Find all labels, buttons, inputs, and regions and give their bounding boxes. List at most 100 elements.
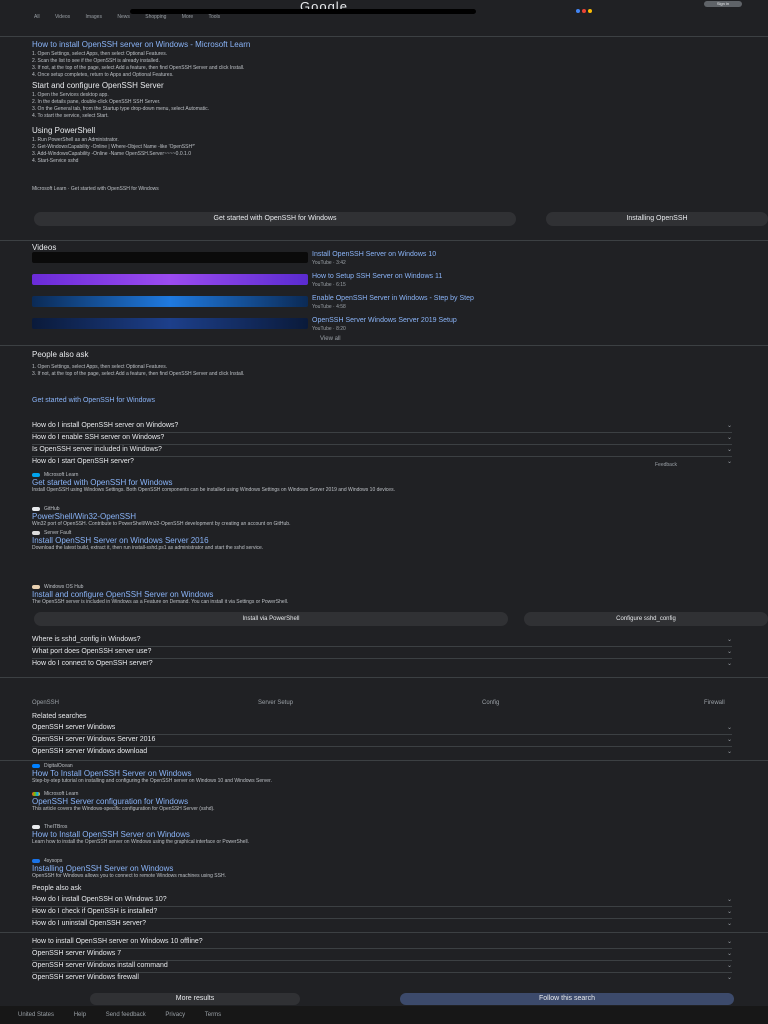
paa-question-list: Where is sshd_config in Windows? ⌄ What p… bbox=[32, 634, 732, 674]
follow-search-button[interactable]: Follow this search bbox=[400, 993, 734, 1005]
paa-question[interactable]: OpenSSH server Windows firewall ⌄ bbox=[32, 972, 732, 984]
paa-question[interactable]: How do I start OpenSSH server? ⌄ bbox=[32, 456, 732, 468]
paa-question-text: How do I uninstall OpenSSH server? bbox=[32, 920, 146, 927]
result-title[interactable]: Installing OpenSSH Server on Windows bbox=[32, 864, 732, 873]
result-title[interactable]: PowerShell/Win32-OpenSSH bbox=[32, 512, 732, 521]
more-results-button[interactable]: More results bbox=[90, 993, 300, 1005]
sign-in-button[interactable]: Sign in bbox=[704, 1, 742, 7]
chevron-down-icon: ⌄ bbox=[726, 435, 732, 441]
video-title-4[interactable]: OpenSSH Server Windows Server 2019 Setup bbox=[312, 317, 692, 325]
sitelink-chip-1[interactable]: Install via PowerShell bbox=[34, 612, 508, 626]
result-title[interactable]: Install and configure OpenSSH Server on … bbox=[32, 590, 732, 599]
featured-title[interactable]: How to install OpenSSH server on Windows… bbox=[32, 40, 732, 49]
serverfault-icon bbox=[32, 530, 40, 535]
result-title[interactable]: Get started with OpenSSH for Windows bbox=[32, 478, 732, 487]
chevron-down-icon: ⌄ bbox=[726, 447, 732, 453]
chevron-down-icon: ⌄ bbox=[726, 921, 732, 927]
paa-question-text: How do I check if OpenSSH is installed? bbox=[32, 908, 158, 915]
featured-step-2: 2. Scan the list to see if the OpenSSH i… bbox=[32, 58, 160, 64]
featured-step-3: 3. If not, at the top of the page, selec… bbox=[32, 65, 245, 71]
search-result: Server Fault Install OpenSSH Server on W… bbox=[32, 530, 732, 551]
chevron-down-icon: ⌄ bbox=[726, 909, 732, 915]
related-item[interactable]: OpenSSH server Windows download ⌄ bbox=[32, 746, 732, 758]
videos-heading: Videos bbox=[32, 243, 57, 252]
video-thumbnail-3[interactable] bbox=[32, 296, 308, 307]
people-also-ask-2: People also ask How do I install OpenSSH… bbox=[32, 884, 732, 930]
site-icon bbox=[32, 858, 40, 863]
apps-grid-icon[interactable] bbox=[576, 9, 600, 14]
chevron-down-icon: ⌄ bbox=[726, 725, 732, 731]
paa-question[interactable]: How do I uninstall OpenSSH server? ⌄ bbox=[32, 918, 732, 930]
video-title-3[interactable]: Enable OpenSSH Server in Windows - Step … bbox=[312, 295, 692, 303]
result-title[interactable]: Install OpenSSH Server on Windows Server… bbox=[32, 536, 732, 545]
result-title[interactable]: OpenSSH Server configuration for Windows bbox=[32, 797, 732, 806]
related-chip-2[interactable]: Installing OpenSSH bbox=[546, 212, 768, 226]
tab-shopping[interactable]: Shopping bbox=[145, 14, 166, 20]
chevron-down-icon: ⌄ bbox=[726, 649, 732, 655]
chevron-down-icon: ⌄ bbox=[726, 637, 732, 643]
footer-feedback-link[interactable]: Send feedback bbox=[106, 1012, 146, 1018]
paa-question-text: How do I install OpenSSH server on Windo… bbox=[32, 422, 179, 429]
site-icon bbox=[32, 584, 40, 589]
paa-question-text: How do I install OpenSSH on Windows 10? bbox=[32, 896, 167, 903]
divider bbox=[0, 345, 768, 346]
result-snippet: Step-by-step tutorial on installing and … bbox=[32, 778, 272, 784]
footer-help-link[interactable]: Help bbox=[74, 1012, 86, 1018]
github-icon bbox=[32, 506, 40, 511]
filter-tab[interactable]: Server Setup bbox=[258, 700, 293, 707]
site-icon bbox=[32, 824, 40, 829]
result-title[interactable]: How to Install OpenSSH Server on Windows bbox=[32, 830, 732, 839]
filter-tab[interactable]: Config bbox=[482, 700, 499, 707]
chevron-down-icon: ⌄ bbox=[726, 939, 732, 945]
related-chip-1[interactable]: Get started with OpenSSH for Windows bbox=[34, 212, 516, 226]
paa-question[interactable]: How do I connect to OpenSSH server? ⌄ bbox=[32, 658, 732, 670]
chevron-down-icon: ⌄ bbox=[726, 975, 732, 981]
filter-tab[interactable]: OpenSSH bbox=[32, 700, 59, 707]
featured-step-b3: 3. On the General tab, from the Startup … bbox=[32, 106, 210, 112]
featured-step-c1: 1. Run PowerShell as an Administrator. bbox=[32, 137, 119, 143]
video-thumbnail-4[interactable] bbox=[32, 318, 308, 329]
result-snippet: This article covers the Windows-specific… bbox=[32, 806, 215, 812]
search-result: Microsoft Learn OpenSSH Server configura… bbox=[32, 791, 732, 812]
footer-privacy-link[interactable]: Privacy bbox=[165, 1012, 185, 1018]
paa-question-text: OpenSSH server Windows 7 bbox=[32, 950, 122, 957]
divider bbox=[0, 760, 768, 761]
paa-question-text: OpenSSH server Windows install command bbox=[32, 962, 168, 969]
video-thumbnail-1[interactable] bbox=[32, 252, 308, 263]
filter-tab[interactable]: Firewall bbox=[704, 700, 725, 707]
paa-question-text: Is OpenSSH server included in Windows? bbox=[32, 446, 162, 453]
result-title[interactable]: How To Install OpenSSH Server on Windows bbox=[32, 769, 732, 778]
featured-step-1: 1. Open Settings, select Apps, then sele… bbox=[32, 51, 168, 57]
paa-question-text: How do I connect to OpenSSH server? bbox=[32, 660, 153, 667]
videos-view-all[interactable]: View all bbox=[320, 336, 341, 343]
related-searches: Related searches OpenSSH server Windows ⌄… bbox=[32, 712, 732, 758]
footer-terms-link[interactable]: Terms bbox=[205, 1012, 221, 1018]
people-also-ask-1: People also ask 1. Open Settings, select… bbox=[32, 350, 732, 420]
people-also-search: How to install OpenSSH server on Windows… bbox=[32, 936, 732, 990]
tab-videos[interactable]: Videos bbox=[55, 14, 70, 20]
result-snippet: Learn how to install the OpenSSH server … bbox=[32, 839, 250, 845]
chevron-down-icon: ⌄ bbox=[726, 661, 732, 667]
tab-news[interactable]: News bbox=[117, 14, 130, 20]
video-title-1[interactable]: Install OpenSSH Server on Windows 10 bbox=[312, 251, 692, 259]
search-result: Microsoft Learn Get started with OpenSSH… bbox=[32, 472, 732, 493]
paa-answer-line: 3. If not, at the top of the page, selec… bbox=[32, 371, 245, 377]
featured-step-4: 4. Once setup completes, return to Apps … bbox=[32, 72, 174, 78]
paa-feedback[interactable]: Feedback bbox=[655, 462, 677, 469]
chevron-down-icon: ⌄ bbox=[726, 951, 732, 957]
tab-more[interactable]: More bbox=[182, 14, 193, 20]
search-result: DigitalOcean How To Install OpenSSH Serv… bbox=[32, 763, 732, 784]
sitelink-chip-2[interactable]: Configure sshd_config bbox=[524, 612, 768, 626]
paa-heading: People also ask bbox=[32, 885, 82, 892]
tab-tools[interactable]: Tools bbox=[209, 14, 221, 20]
paa-answer-link[interactable]: Get started with OpenSSH for Windows bbox=[32, 396, 732, 405]
microsoft-icon bbox=[32, 472, 40, 477]
tab-all[interactable]: All bbox=[34, 14, 40, 20]
microsoft-icon bbox=[32, 791, 40, 796]
video-title-2[interactable]: How to Setup SSH Server on Windows 11 bbox=[312, 273, 692, 281]
video-thumbnail-2[interactable] bbox=[32, 274, 308, 285]
paa-answer-line: 1. Open Settings, select Apps, then sele… bbox=[32, 364, 168, 370]
paa-question-text: How to install OpenSSH server on Windows… bbox=[32, 938, 203, 945]
paa-heading: People also ask bbox=[32, 350, 89, 359]
tab-images[interactable]: Images bbox=[86, 14, 102, 20]
